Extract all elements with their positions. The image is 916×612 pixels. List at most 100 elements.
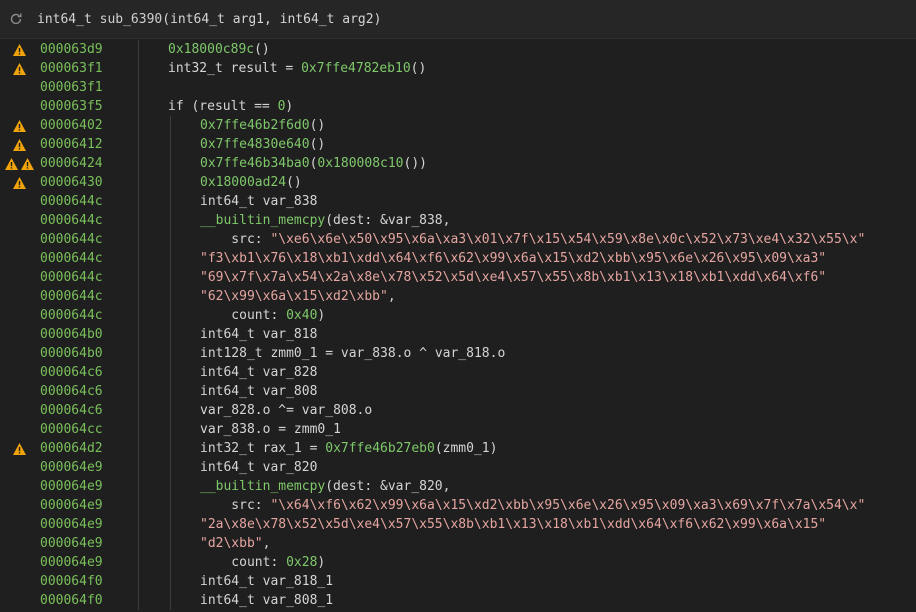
indent-guide	[170, 211, 171, 230]
warning-icon[interactable]	[12, 62, 27, 76]
code-line[interactable]: 000064e9 int64_t var_820	[0, 458, 916, 477]
code-line[interactable]: 000064e9 "d2\xbb",	[0, 534, 916, 553]
line-address[interactable]: 000064c6	[40, 363, 103, 382]
refresh-icon[interactable]	[9, 12, 23, 26]
line-address[interactable]: 000064cc	[40, 420, 103, 439]
code-line[interactable]: 000064b0 int64_t var_818	[0, 325, 916, 344]
line-address[interactable]: 000064c6	[40, 401, 103, 420]
code-line[interactable]: 0000644c __builtin_memcpy(dest: &var_838,	[0, 211, 916, 230]
code-line[interactable]: 0000644c "f3\xb1\x76\x18\xb1\xdd\x64\xf6\…	[0, 249, 916, 268]
code-line[interactable]: 0000644c "69\x7f\x7a\x54\x2a\x8e\x78\x52\…	[0, 268, 916, 287]
code-line[interactable]: 000064f0 int64_t var_818_1	[0, 572, 916, 591]
code-token-num: 0x40	[286, 308, 318, 323]
indent-guide	[170, 363, 171, 382]
code-text: int32_t result = 0x7ffe4782eb10()	[168, 59, 426, 78]
line-address[interactable]: 00006402	[40, 116, 103, 135]
code-text: if (result == 0)	[168, 97, 293, 116]
code-line[interactable]: 000064c6 int64_t var_828	[0, 363, 916, 382]
code-token-hex[interactable]: 0x180008c10	[317, 156, 403, 171]
code-token-hex[interactable]: 0x7ffe46b27eb0	[325, 441, 435, 456]
line-address[interactable]: 000064b0	[40, 344, 103, 363]
line-address[interactable]: 0000644c	[40, 211, 103, 230]
code-text: "d2\xbb",	[200, 534, 270, 553]
code-token-plain: ()	[286, 175, 302, 190]
code-text: 0x7ffe4830e640()	[200, 135, 325, 154]
line-address[interactable]: 000063f1	[40, 78, 103, 97]
warning-icon[interactable]	[12, 119, 27, 133]
code-token-hex[interactable]: 0x7ffe46b34ba0	[200, 156, 310, 171]
code-line[interactable]: 00006412 0x7ffe4830e640()	[0, 135, 916, 154]
code-line[interactable]: 000064cc var_838.o = zmm0_1	[0, 420, 916, 439]
code-token-hex[interactable]: 0x18000ad24	[200, 175, 286, 190]
code-line[interactable]: 00006430 0x18000ad24()	[0, 173, 916, 192]
line-address[interactable]: 000064e9	[40, 553, 103, 572]
line-address[interactable]: 000064e9	[40, 515, 103, 534]
code-token-str: "\x64\xf6\x62\x99\x6a\x15\xd2\xbb\x95\x6…	[270, 498, 866, 513]
code-text: __builtin_memcpy(dest: &var_838,	[200, 211, 450, 230]
code-line[interactable]: 0000644c count: 0x40)	[0, 306, 916, 325]
line-address[interactable]: 000064e9	[40, 477, 103, 496]
line-address[interactable]: 000064f0	[40, 591, 103, 610]
code-line[interactable]: 000063f1 int32_t result = 0x7ffe4782eb10(…	[0, 59, 916, 78]
code-text: int32_t rax_1 = 0x7ffe46b27eb0(zmm0_1)	[200, 439, 497, 458]
line-address[interactable]: 000064e9	[40, 496, 103, 515]
line-address[interactable]: 0000644c	[40, 249, 103, 268]
code-text: int64_t var_808_1	[200, 591, 333, 610]
code-line[interactable]: 000064f0 int64_t var_808_1	[0, 591, 916, 610]
code-token-hex[interactable]: 0x7ffe4830e640	[200, 137, 310, 152]
warning-icon[interactable]	[4, 157, 19, 171]
warning-icon[interactable]	[12, 442, 27, 456]
code-line[interactable]: 000064b0 int128_t zmm0_1 = var_838.o ^ va…	[0, 344, 916, 363]
line-address[interactable]: 00006412	[40, 135, 103, 154]
function-name[interactable]: sub_6390	[100, 12, 163, 27]
code-line[interactable]: 000064d2 int32_t rax_1 = 0x7ffe46b27eb0(z…	[0, 439, 916, 458]
code-line[interactable]: 000064e9 "2a\x8e\x78\x52\x5d\xe4\x57\x55\…	[0, 515, 916, 534]
line-address[interactable]: 0000644c	[40, 230, 103, 249]
line-address[interactable]: 000063f1	[40, 59, 103, 78]
code-line[interactable]: 000064e9 __builtin_memcpy(dest: &var_820,	[0, 477, 916, 496]
code-line[interactable]: 0000644c src: "\xe6\x6e\x50\x95\x6a\xa3\…	[0, 230, 916, 249]
code-token-ty: int64_t	[200, 327, 263, 342]
code-line[interactable]: 00006424 0x7ffe46b34ba0(0x180008c10())	[0, 154, 916, 173]
indent-guide	[138, 515, 139, 534]
line-address[interactable]: 000064e9	[40, 458, 103, 477]
indent-guide	[138, 458, 139, 477]
code-token-hex[interactable]: __builtin_memcpy	[200, 479, 325, 494]
code-text: count: 0x40)	[200, 306, 325, 325]
code-line[interactable]: 000064c6 var_828.o ^= var_808.o	[0, 401, 916, 420]
code-line[interactable]: 000064e9 src: "\x64\xf6\x62\x99\x6a\x15\…	[0, 496, 916, 515]
code-line[interactable]: 00006402 0x7ffe46b2f6d0()	[0, 116, 916, 135]
warning-icon[interactable]	[12, 138, 27, 152]
line-address[interactable]: 000063f5	[40, 97, 103, 116]
line-address[interactable]: 000064f0	[40, 572, 103, 591]
code-line[interactable]: 000063f1	[0, 78, 916, 97]
line-address[interactable]: 0000644c	[40, 306, 103, 325]
warning-icon[interactable]	[12, 176, 27, 190]
code-token-hex[interactable]: __builtin_memcpy	[200, 213, 325, 228]
warning-icon[interactable]	[20, 157, 35, 171]
warning-icons	[4, 154, 35, 173]
code-line[interactable]: 000063f5 if (result == 0)	[0, 97, 916, 116]
line-address[interactable]: 000064e9	[40, 534, 103, 553]
code-line[interactable]: 000064e9 count: 0x28)	[0, 553, 916, 572]
code-token-hex[interactable]: 0x7ffe4782eb10	[301, 61, 411, 76]
line-address[interactable]: 000063d9	[40, 40, 103, 59]
line-address[interactable]: 00006424	[40, 154, 103, 173]
code-line[interactable]: 000063d9 0x18000c89c()	[0, 40, 916, 59]
code-line[interactable]: 0000644c int64_t var_838	[0, 192, 916, 211]
code-token-hex[interactable]: 0x7ffe46b2f6d0	[200, 118, 310, 133]
warning-icon[interactable]	[12, 43, 27, 57]
indent-guide	[170, 382, 171, 401]
decompiled-code-view[interactable]: 000063d9 0x18000c89c () 000063f1 int32_t res…	[0, 40, 916, 610]
line-address[interactable]: 000064b0	[40, 325, 103, 344]
line-address[interactable]: 00006430	[40, 173, 103, 192]
code-token-hex[interactable]: 0x18000c89c	[168, 42, 254, 57]
code-line[interactable]: 000064c6 int64_t var_808	[0, 382, 916, 401]
line-address[interactable]: 0000644c	[40, 287, 103, 306]
line-address[interactable]: 0000644c	[40, 268, 103, 287]
line-address[interactable]: 0000644c	[40, 192, 103, 211]
code-line[interactable]: 0000644c "62\x99\x6a\x15\xd2\xbb",	[0, 287, 916, 306]
line-address[interactable]: 000064c6	[40, 382, 103, 401]
code-token-plain: (result ==	[191, 99, 278, 114]
line-address[interactable]: 000064d2	[40, 439, 103, 458]
